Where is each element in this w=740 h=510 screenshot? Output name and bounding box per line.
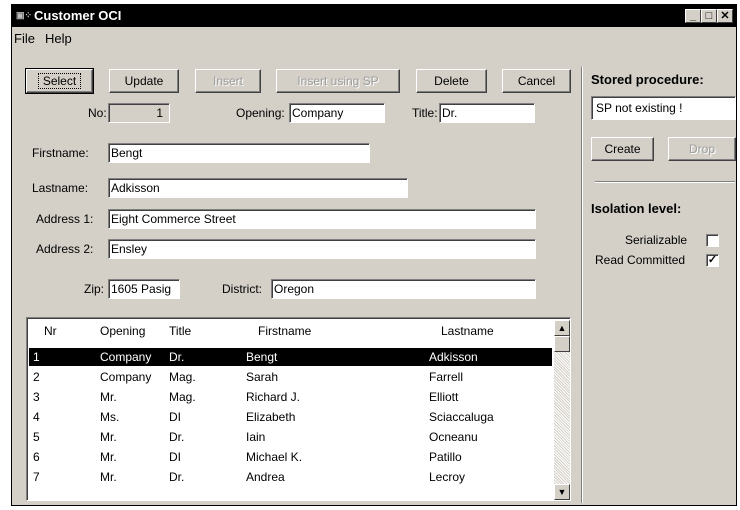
horizontal-divider — [595, 181, 735, 183]
cell-title: Mag. — [169, 390, 196, 404]
serializable-checkbox[interactable] — [706, 234, 719, 247]
delete-button[interactable]: Delete — [416, 69, 487, 93]
zip-label: Zip: — [84, 282, 105, 296]
title-label: Title: — [412, 106, 438, 120]
lastname-field[interactable]: Adkisson — [108, 178, 408, 198]
firstname-field[interactable]: Bengt — [108, 143, 370, 163]
cell-firstname: Sarah — [246, 370, 279, 384]
cell-lastname: Sciaccaluga — [429, 410, 494, 424]
cell-nr: 4 — [33, 410, 40, 424]
opening-label: Opening: — [236, 106, 285, 120]
column-header-nr[interactable]: Nr — [44, 324, 57, 338]
cell-lastname: Patillo — [429, 450, 462, 464]
column-header-firstname[interactable]: Firstname — [258, 324, 311, 338]
table-row[interactable]: 7 Mr. Dr. Andrea Lecroy — [29, 468, 552, 486]
cell-firstname: Andrea — [246, 470, 285, 484]
serializable-label: Serializable — [625, 233, 688, 247]
cell-opening: Mr. — [100, 470, 117, 484]
cell-firstname: Iain — [246, 430, 266, 444]
cell-nr: 5 — [33, 430, 40, 444]
menu-bar: File Help — [12, 27, 736, 49]
table-row[interactable]: 1 Company Dr. Bengt Adkisson — [29, 348, 552, 366]
maximize-button[interactable]: □ — [701, 9, 717, 23]
no-field: 1 — [108, 103, 170, 123]
update-button[interactable]: Update — [109, 69, 179, 93]
column-header-opening[interactable]: Opening — [100, 324, 145, 338]
opening-field[interactable]: Company — [289, 103, 385, 123]
column-header-lastname[interactable]: Lastname — [441, 324, 494, 338]
lastname-label: Lastname: — [32, 181, 89, 195]
cell-nr: 2 — [33, 370, 40, 384]
scroll-down-button[interactable]: ▼ — [554, 484, 570, 500]
menu-file[interactable]: File — [14, 31, 35, 46]
cell-lastname: Lecroy — [429, 470, 466, 484]
minimize-button[interactable]: _ — [685, 9, 701, 23]
cell-nr: 6 — [33, 450, 40, 464]
create-button[interactable]: Create — [591, 137, 654, 161]
cell-nr: 1 — [33, 350, 40, 364]
district-field[interactable]: Oregon — [271, 279, 536, 299]
address1-field[interactable]: Eight Commerce Street — [108, 209, 536, 229]
cell-firstname: Richard J. — [246, 390, 301, 404]
cell-lastname: Elliott — [429, 390, 459, 404]
scroll-up-button[interactable]: ▲ — [554, 320, 570, 336]
stored-procedure-heading: Stored procedure: — [591, 72, 704, 87]
sp-status-field: SP not existing ! — [591, 96, 736, 120]
read-committed-checkbox[interactable]: ✓ — [706, 254, 719, 267]
cell-firstname: Elizabeth — [246, 410, 296, 424]
address2-label: Address 2: — [36, 242, 94, 256]
table-row[interactable]: 4 Ms. DI Elizabeth Sciaccaluga — [29, 408, 552, 426]
no-label: No: — [88, 106, 107, 120]
cell-opening: Company — [100, 370, 152, 384]
cell-nr: 7 — [33, 470, 40, 484]
customer-table[interactable]: Nr Opening Title Firstname Lastname 1 Com… — [26, 317, 571, 501]
title-bar[interactable]: ▣⁘ Customer OCI _ □ ✕ — [12, 5, 736, 27]
cell-firstname: Michael K. — [246, 450, 303, 464]
cell-opening: Ms. — [100, 410, 120, 424]
select-button[interactable]: Select — [25, 68, 94, 94]
cell-lastname: Ocneanu — [429, 430, 478, 444]
table-row[interactable]: 5 Mr. Dr. Iain Ocneanu — [29, 428, 552, 446]
cancel-button[interactable]: Cancel — [502, 69, 571, 93]
table-row[interactable]: 3 Mr. Mag. Richard J. Elliott — [29, 388, 552, 406]
district-label: District: — [222, 282, 262, 296]
cell-title: Dr. — [169, 350, 185, 364]
menu-help[interactable]: Help — [45, 31, 72, 46]
address1-label: Address 1: — [36, 212, 94, 226]
cell-title: Mag. — [169, 370, 196, 384]
firstname-label: Firstname: — [32, 146, 89, 160]
cell-title: Dr. — [169, 430, 185, 444]
cell-nr: 3 — [33, 390, 40, 404]
cell-title: Dr. — [169, 470, 185, 484]
table-row[interactable]: 6 Mr. DI Michael K. Patillo — [29, 448, 552, 466]
customer-window: ▣⁘ Customer OCI _ □ ✕ File Help Select U… — [11, 4, 737, 506]
read-committed-label: Read Committed — [595, 253, 686, 267]
isolation-level-heading: Isolation level: — [591, 201, 682, 216]
cell-firstname: Bengt — [246, 350, 278, 364]
table-row[interactable]: 2 Company Mag. Sarah Farrell — [29, 368, 552, 386]
close-button[interactable]: ✕ — [717, 9, 733, 23]
table-scrollbar[interactable]: ▲ ▼ — [554, 320, 570, 500]
title-field[interactable]: Dr. — [439, 103, 535, 123]
cell-title: DI — [169, 410, 181, 424]
cell-opening: Mr. — [100, 450, 117, 464]
window-app-icon[interactable]: ▣⁘ — [16, 10, 32, 21]
cell-opening: Mr. — [100, 390, 117, 404]
cell-opening: Company — [100, 350, 152, 364]
cell-title: DI — [169, 450, 181, 464]
insert-button[interactable]: Insert — [195, 69, 261, 93]
cell-opening: Mr. — [100, 430, 117, 444]
scroll-thumb[interactable] — [554, 336, 570, 352]
address2-field[interactable]: Ensley — [108, 239, 536, 259]
insert-sp-button[interactable]: Insert using SP — [276, 69, 400, 93]
vertical-divider — [581, 67, 583, 503]
cell-lastname: Adkisson — [429, 350, 478, 364]
cell-lastname: Farrell — [429, 370, 464, 384]
column-header-title[interactable]: Title — [169, 324, 191, 338]
zip-field[interactable]: 1605 Pasig — [108, 279, 180, 299]
window-title: Customer OCI — [34, 8, 122, 23]
drop-button[interactable]: Drop — [668, 137, 736, 161]
